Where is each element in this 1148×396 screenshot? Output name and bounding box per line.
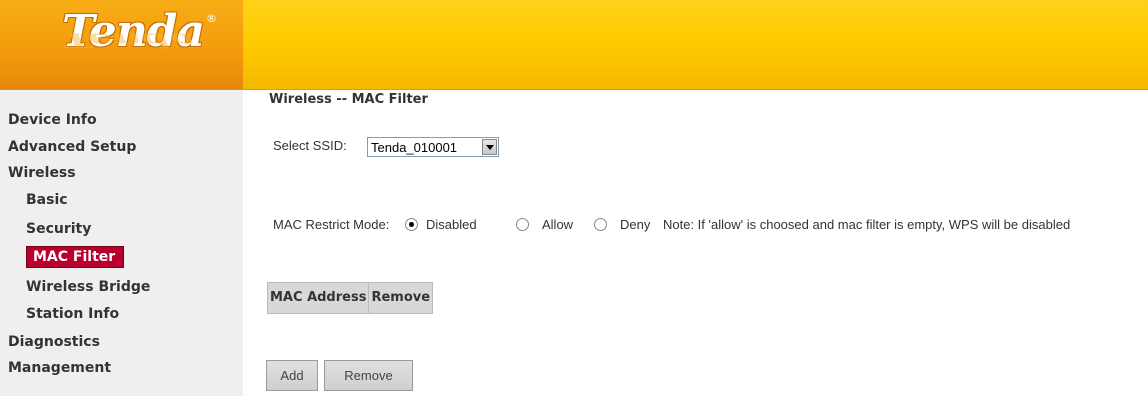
sidebar-item-basic[interactable]: Basic <box>26 192 68 208</box>
sidebar-item-station-info[interactable]: Station Info <box>26 306 119 322</box>
radio-allow[interactable] <box>516 218 529 231</box>
radio-disabled-label: Disabled <box>426 217 477 232</box>
radio-deny[interactable] <box>594 218 607 231</box>
sidebar-item-security[interactable]: Security <box>26 221 91 237</box>
ssid-label: Select SSID: <box>273 138 347 153</box>
page-title: Wireless -- MAC Filter <box>269 92 428 107</box>
sidebar: Device Info Advanced Setup Wireless Basi… <box>0 90 243 396</box>
sidebar-item-management[interactable]: Management <box>8 360 111 376</box>
sidebar-item-diagnostics[interactable]: Diagnostics <box>8 334 100 350</box>
sidebar-item-mac-filter[interactable]: MAC Filter <box>26 246 125 268</box>
table-header-row: MAC Address Remove <box>266 282 434 314</box>
add-button[interactable]: Add <box>266 360 318 391</box>
registered-mark-icon: ® <box>206 12 217 25</box>
sidebar-item-device-info[interactable]: Device Info <box>8 112 97 128</box>
ssid-select[interactable]: Tenda_010001 <box>367 137 499 157</box>
mac-restrict-mode-label: MAC Restrict Mode: <box>273 217 390 232</box>
radio-allow-label: Allow <box>542 217 574 232</box>
logo-area: Tenda ® Tenda <box>0 0 243 89</box>
sidebar-item-wireless[interactable]: Wireless <box>8 165 76 181</box>
sidebar-item-wireless-bridge[interactable]: Wireless Bridge <box>26 279 150 295</box>
chevron-down-icon[interactable] <box>482 139 497 155</box>
remove-button[interactable]: Remove <box>324 360 413 391</box>
wps-note: Note: If 'allow' is choosed and mac filt… <box>663 217 1071 232</box>
header-banner: Tenda ® Tenda <box>0 0 1148 90</box>
remove-column-header: Remove <box>368 282 434 314</box>
radio-deny-label: Deny <box>620 217 651 232</box>
mac-address-column-header: MAC Address <box>266 282 370 314</box>
sidebar-item-advanced-setup[interactable]: Advanced Setup <box>8 139 136 155</box>
main-content: Wireless -- MAC Filter Select SSID: Tend… <box>243 90 1148 396</box>
mac-filter-table: MAC Address Remove <box>266 282 434 314</box>
radio-disabled[interactable] <box>405 218 418 231</box>
logo-reflection: Tenda <box>62 28 196 53</box>
ssid-selected-value: Tenda_010001 <box>371 140 458 155</box>
